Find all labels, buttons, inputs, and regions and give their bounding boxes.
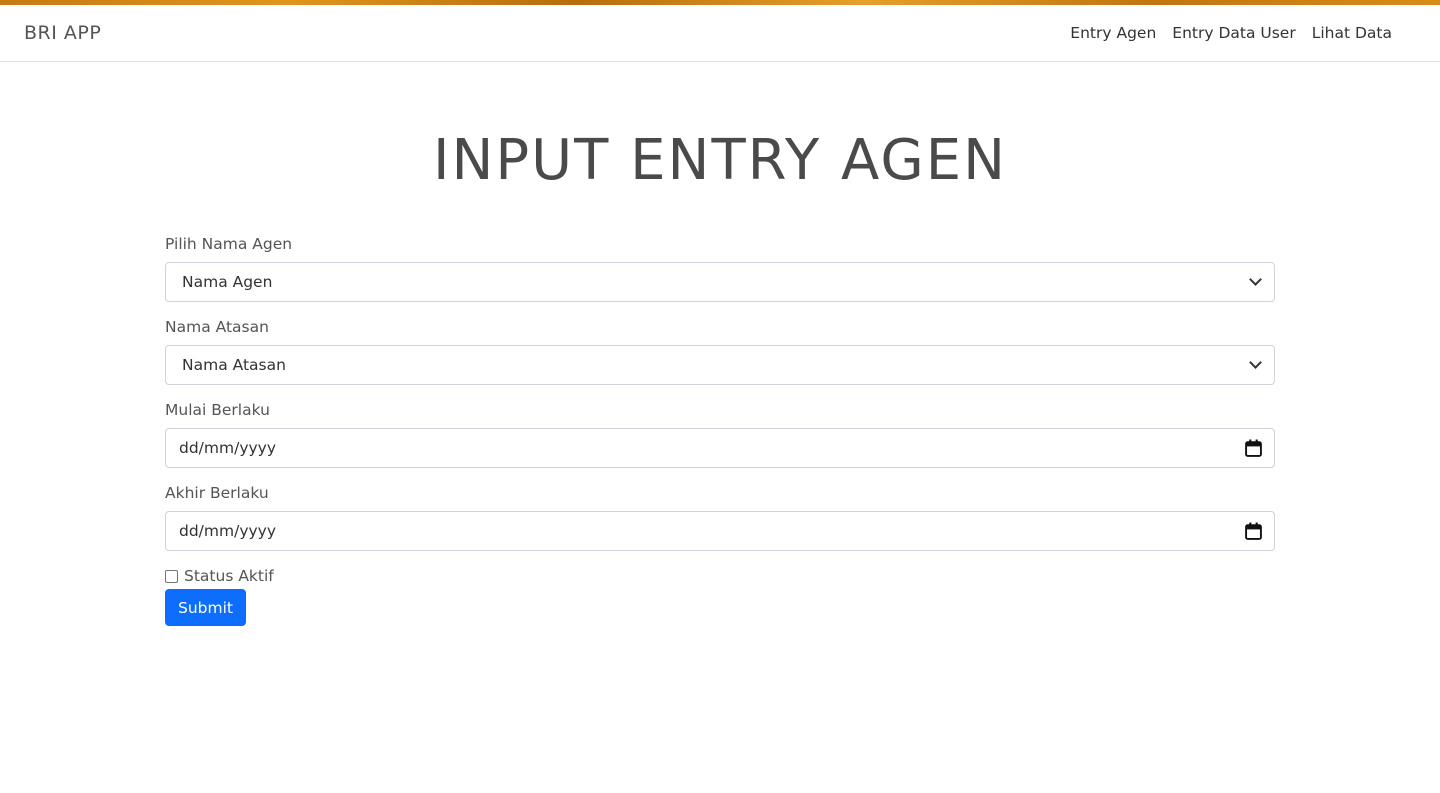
- calendar-icon[interactable]: [1245, 439, 1262, 457]
- navbar: BRI APP Entry Agen Entry Data User Lihat…: [0, 5, 1440, 62]
- agen-label: Pilih Nama Agen: [165, 235, 293, 253]
- chevron-down-icon: [1249, 356, 1262, 369]
- calendar-icon[interactable]: [1245, 522, 1262, 540]
- status-aktif-checkbox[interactable]: [165, 569, 178, 583]
- brand-link[interactable]: BRI APP: [24, 22, 101, 44]
- agen-select[interactable]: Nama Agen: [165, 262, 1275, 302]
- entry-agen-form: Pilih Nama Agen Nama Agen Nama Atasan Na…: [165, 235, 1275, 626]
- nav-link-entry-data-user[interactable]: Entry Data User: [1172, 24, 1295, 42]
- mulai-label: Mulai Berlaku: [165, 401, 270, 419]
- akhir-date-placeholder: dd/mm/yyyy: [179, 522, 277, 540]
- nav-link-entry-agen[interactable]: Entry Agen: [1070, 24, 1156, 42]
- page-title: INPUT ENTRY AGEN: [433, 128, 1007, 193]
- submit-button[interactable]: Submit: [165, 589, 246, 626]
- nav-link-lihat-data[interactable]: Lihat Data: [1312, 24, 1392, 42]
- mulai-group: Mulai Berlaku dd/mm/yyyy: [165, 401, 1275, 468]
- atasan-label: Nama Atasan: [165, 318, 269, 336]
- atasan-select[interactable]: Nama Atasan: [165, 345, 1275, 385]
- status-aktif-label: Status Aktif: [184, 567, 274, 585]
- chevron-down-icon: [1249, 273, 1262, 286]
- atasan-select-value: Nama Atasan: [182, 356, 286, 374]
- mulai-date-placeholder: dd/mm/yyyy: [179, 439, 277, 457]
- nav-links: Entry Agen Entry Data User Lihat Data: [1070, 24, 1392, 42]
- mulai-date-input[interactable]: dd/mm/yyyy: [165, 428, 1275, 468]
- status-row: Status Aktif: [165, 567, 1275, 585]
- agen-group: Pilih Nama Agen Nama Agen: [165, 235, 1275, 302]
- akhir-group: Akhir Berlaku dd/mm/yyyy: [165, 484, 1275, 551]
- akhir-date-input[interactable]: dd/mm/yyyy: [165, 511, 1275, 551]
- akhir-label: Akhir Berlaku: [165, 484, 269, 502]
- atasan-group: Nama Atasan Nama Atasan: [165, 318, 1275, 385]
- agen-select-value: Nama Agen: [182, 273, 273, 291]
